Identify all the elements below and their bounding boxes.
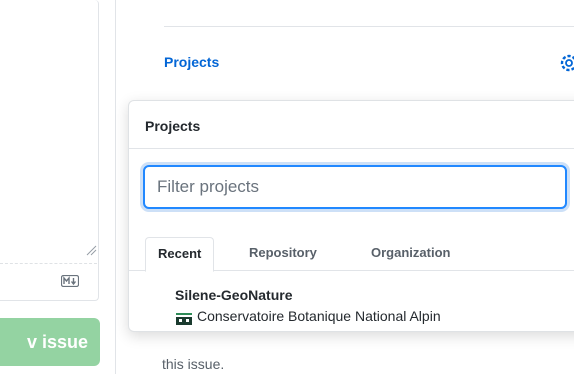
editor-divider	[0, 263, 97, 264]
project-owner: Conservatoire Botanique National Alpin	[197, 308, 441, 324]
popover-title: Projects	[145, 118, 201, 134]
markdown-icon[interactable]	[60, 274, 80, 288]
project-tabs: Recent Repository Organization	[129, 237, 574, 272]
tab-repository[interactable]: Repository	[237, 237, 329, 271]
submit-issue-button[interactable]: v issue	[0, 318, 100, 366]
filter-projects-input[interactable]	[143, 165, 567, 209]
projects-popover: Projects Recent Repository Organization …	[128, 100, 574, 332]
project-name: Silene-GeoNature	[175, 287, 293, 303]
filter-wrapper	[143, 165, 567, 209]
resize-grip-icon[interactable]	[85, 243, 97, 256]
tab-recent[interactable]: Recent	[145, 237, 215, 272]
comment-editor-pane: v issue	[0, 0, 100, 374]
column-divider	[115, 0, 116, 374]
sidebar-note: this issue.	[162, 356, 225, 372]
org-avatar-icon	[175, 309, 193, 325]
tab-organization[interactable]: Organization	[359, 237, 462, 271]
project-list-item[interactable]: Silene-GeoNature Conservatoire Botanique…	[129, 273, 574, 331]
popover-header: Projects	[129, 101, 574, 149]
sidebar-rule	[164, 26, 574, 27]
sidebar-projects-heading[interactable]: Projects	[164, 54, 219, 70]
gear-icon[interactable]	[558, 52, 574, 74]
